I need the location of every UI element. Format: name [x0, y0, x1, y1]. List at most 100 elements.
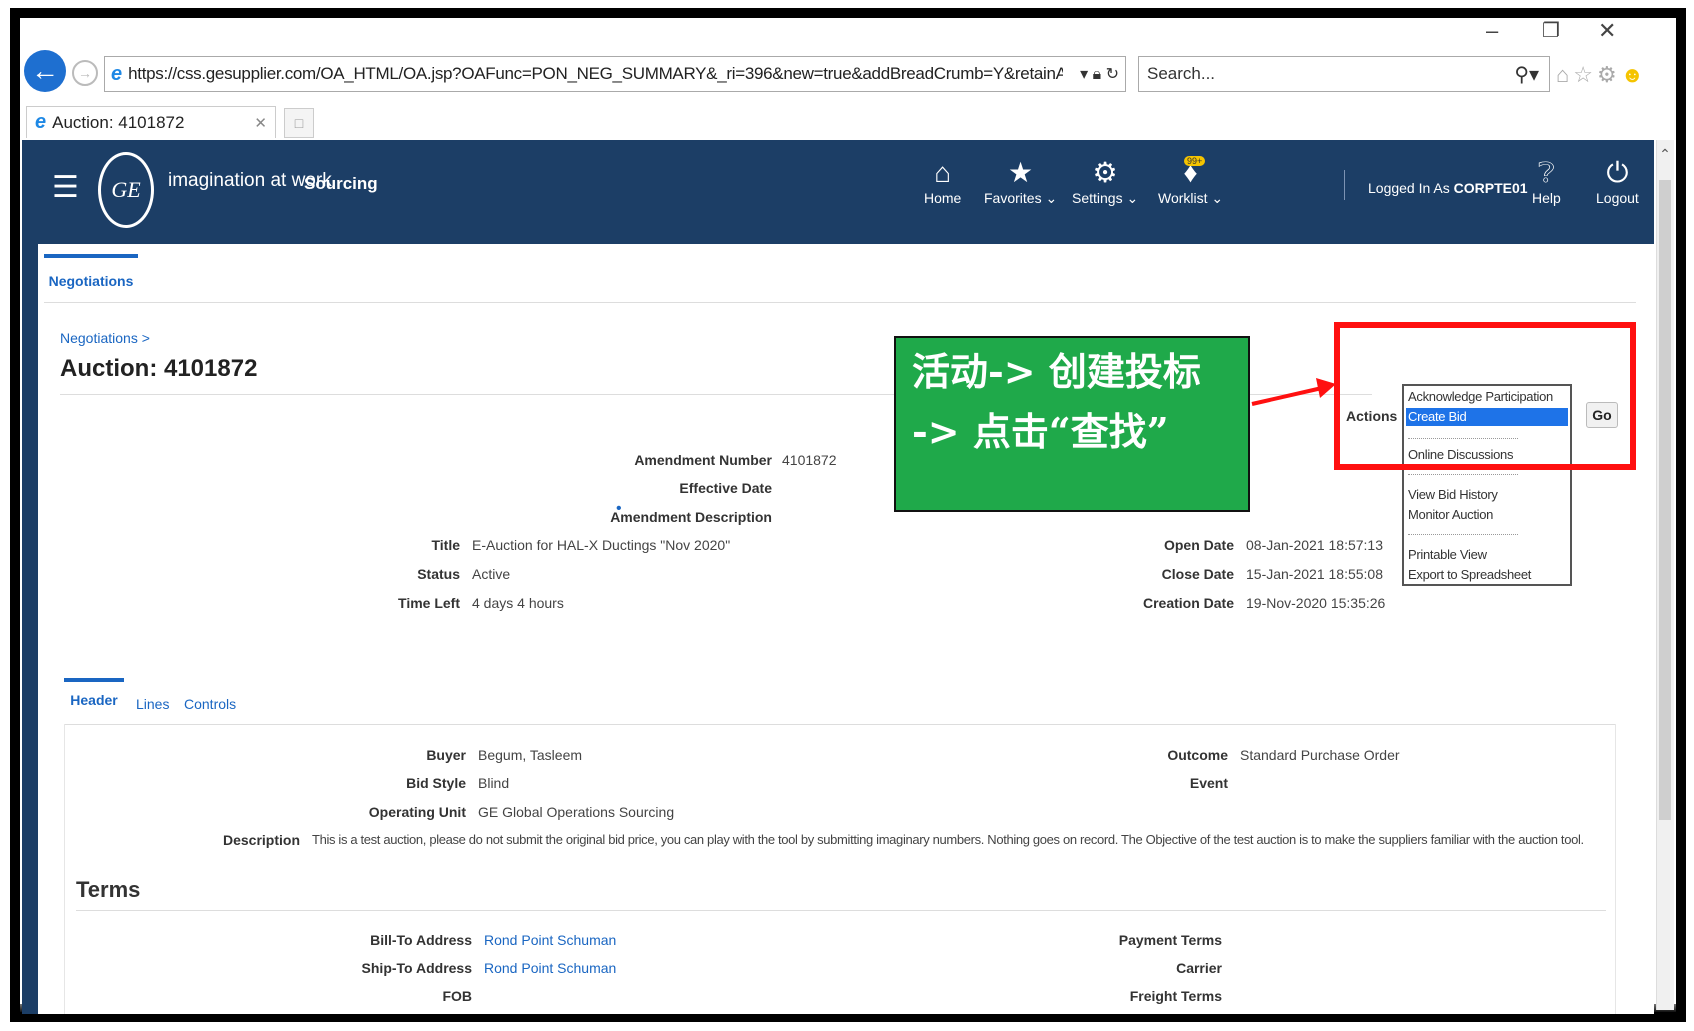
logged-in-status: Logged In As CORPTE01: [1368, 180, 1528, 196]
effective-date-label: Effective Date: [679, 480, 772, 496]
scrollbar-thumb[interactable]: [1659, 180, 1671, 820]
new-tab-button[interactable]: □: [284, 108, 314, 138]
header-panel: [64, 724, 1616, 1014]
address-bar[interactable]: e https://css.gesupplier.com/OA_HTML/OA.…: [104, 56, 1126, 92]
help-icon: ❔︎: [1537, 157, 1555, 188]
creation-date-value: 19-Nov-2020 15:35:26: [1246, 595, 1386, 611]
nav-worklist-label: Worklist: [1158, 190, 1208, 206]
title-label: Title: [431, 537, 460, 553]
outcome-label: Outcome: [1167, 747, 1228, 763]
bill-to-address-label: Bill-To Address: [370, 932, 472, 948]
browser-toolbar: ⌂☆⚙☻: [1556, 62, 1648, 88]
app-header: ☰ GE imagination at work Sourcing ⌂ Home…: [22, 140, 1654, 244]
tab-negotiations[interactable]: Negotiations: [44, 254, 138, 304]
option-export-to-spreadsheet[interactable]: Export to Spreadsheet: [1406, 566, 1568, 584]
ship-to-address-label: Ship-To Address: [361, 960, 472, 976]
terms-divider: [76, 910, 1606, 911]
search-box[interactable]: Search... ⚲▾: [1138, 56, 1550, 92]
event-label: Event: [1189, 775, 1228, 791]
worklist-badge: 99+: [1184, 156, 1206, 166]
restore-icon[interactable]: ❐: [1542, 18, 1560, 43]
chevron-down-icon: ⌄: [1126, 190, 1139, 206]
freight-terms-label: Freight Terms: [1129, 988, 1222, 1004]
option-printable-view[interactable]: Printable View: [1406, 546, 1568, 564]
nav-worklist[interactable]: ♦ 99+ Worklist ⌄: [1158, 156, 1223, 207]
amendment-description-label: Amendment Description: [610, 509, 772, 525]
tab-title: Auction: 4101872: [52, 112, 185, 132]
close-date-value: 15-Jan-2021 18:55:08: [1246, 566, 1383, 582]
gear-icon[interactable]: ⚙: [1597, 62, 1621, 87]
app-name: Sourcing: [304, 174, 378, 193]
description-value: This is a test auction, please do not su…: [312, 832, 1584, 847]
breadcrumb[interactable]: Negotiations >: [60, 330, 150, 346]
tab-controls[interactable]: Controls: [184, 696, 236, 712]
title-value: E-Auction for HAL-X Ductings "Nov 2020": [472, 537, 731, 553]
back-button[interactable]: ←: [24, 50, 66, 92]
payment-terms-label: Payment Terms: [1118, 932, 1222, 948]
creation-date-label: Creation Date: [1142, 595, 1234, 611]
chevron-down-icon: ⌄: [1045, 190, 1058, 206]
dropdown-icon[interactable]: ▾: [1080, 66, 1088, 83]
nav-logout[interactable]: ⏻ Logout: [1596, 156, 1639, 206]
bid-style-value: Blind: [478, 775, 510, 791]
nav-help-label: Help: [1532, 190, 1561, 206]
nav-favorites-label: Favorites: [984, 190, 1042, 206]
refresh-icon[interactable]: ↻: [1106, 66, 1119, 83]
nav-settings[interactable]: ⚙ Settings ⌄: [1072, 156, 1138, 207]
chevron-down-icon: ⌄: [1211, 190, 1224, 206]
time-left-label: Time Left: [398, 595, 460, 611]
status-value: Active: [472, 566, 511, 582]
url-tools: ▾ 🔒︎ ↻: [1063, 64, 1125, 84]
star-icon[interactable]: ☆: [1573, 62, 1597, 87]
nav-favorites[interactable]: ★ Favorites ⌄: [984, 156, 1057, 207]
forward-button[interactable]: →: [72, 60, 98, 86]
logged-in-user: CORPTE01: [1453, 180, 1528, 196]
minimize-icon[interactable]: –: [1486, 18, 1498, 44]
ie-tab-icon: e: [35, 111, 47, 133]
close-date-label: Close Date: [1161, 566, 1234, 582]
nav-settings-label: Settings: [1072, 190, 1123, 206]
power-icon: ⏻: [1606, 157, 1629, 188]
nav-home[interactable]: ⌂ Home: [924, 156, 961, 206]
tab-header[interactable]: Header: [64, 678, 124, 708]
carrier-label: Carrier: [1176, 960, 1222, 976]
ge-logo[interactable]: GE: [98, 152, 154, 228]
buyer-label: Buyer: [426, 747, 466, 763]
smiley-icon[interactable]: ☻: [1621, 62, 1648, 87]
amendment-number-value: 4101872: [782, 452, 837, 468]
logged-in-prefix: Logged In As: [1368, 180, 1450, 196]
highlight-box: [1334, 322, 1636, 470]
search-icon[interactable]: ⚲▾: [1514, 62, 1549, 87]
operating-unit-value: GE Global Operations Sourcing: [478, 804, 675, 820]
arrow-right-icon: →: [78, 65, 92, 81]
description-label: Description: [222, 832, 300, 848]
page-title: Auction: 4101872: [60, 355, 258, 382]
outcome-value: Standard Purchase Order: [1240, 747, 1400, 763]
close-tab-icon[interactable]: ✕: [254, 114, 267, 132]
status-label: Status: [417, 566, 460, 582]
annotation-arrow-icon: [1251, 378, 1336, 406]
url-text[interactable]: https://css.gesupplier.com/OA_HTML/OA.js…: [128, 64, 1063, 84]
scroll-up-icon[interactable]: ⌃: [1656, 146, 1674, 163]
ship-to-address-link[interactable]: Rond Point Schuman: [484, 960, 616, 976]
bill-to-address-link[interactable]: Rond Point Schuman: [484, 932, 616, 948]
lock-icon[interactable]: 🔒︎: [1093, 66, 1102, 83]
tab-lines[interactable]: Lines: [136, 696, 169, 712]
home-icon[interactable]: ⌂: [1556, 62, 1573, 87]
close-window-icon[interactable]: ✕: [1598, 18, 1616, 44]
nav-help[interactable]: ❔︎ Help: [1532, 156, 1561, 206]
ie-icon: e: [111, 62, 123, 85]
open-date-label: Open Date: [1163, 537, 1234, 553]
option-separator: [1408, 534, 1518, 535]
nav-separator: [1344, 170, 1345, 200]
star-icon: ★: [1008, 157, 1034, 188]
menu-icon[interactable]: ☰: [52, 170, 79, 205]
home-icon: ⌂: [934, 157, 952, 188]
browser-tab[interactable]: e Auction: 4101872 ✕: [26, 106, 276, 138]
gear-icon: ⚙: [1092, 157, 1118, 188]
amendment-number-label: Amendment Number: [634, 452, 772, 468]
annotation-line-1: 活动-> 创建投标: [912, 349, 1201, 394]
annotation-callout: 活动-> 创建投标 -> 点击“查找”: [894, 336, 1250, 512]
option-view-bid-history[interactable]: View Bid History: [1406, 486, 1568, 504]
option-monitor-auction[interactable]: Monitor Auction: [1406, 506, 1568, 524]
